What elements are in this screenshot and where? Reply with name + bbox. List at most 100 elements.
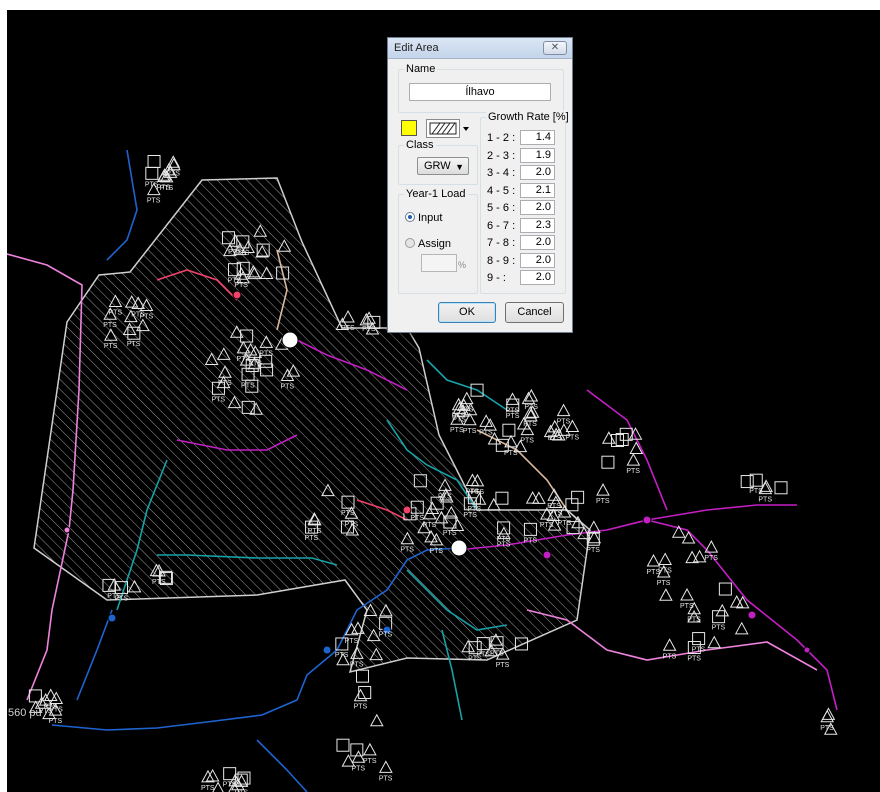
- equipment-triangle-icon[interactable]: [729, 595, 744, 608]
- equipment-square-icon[interactable]: [336, 738, 350, 752]
- growth-rate-input[interactable]: 2.0: [520, 252, 555, 268]
- node-label[interactable]: PTS: [341, 325, 355, 332]
- bus-node[interactable]: [747, 610, 757, 620]
- node-label[interactable]: PTS: [687, 617, 701, 624]
- equipment-triangle-icon[interactable]: [626, 453, 641, 466]
- node-label[interactable]: PTS: [115, 596, 129, 603]
- node-label[interactable]: PTS: [586, 547, 600, 554]
- equipment-triangle-icon[interactable]: [707, 635, 722, 649]
- assign-radio[interactable]: Assign: [405, 238, 451, 250]
- growth-rate-input[interactable]: 2.0: [520, 165, 555, 180]
- input-radio[interactable]: Input: [405, 212, 442, 224]
- node-label[interactable]: PTS: [558, 520, 572, 527]
- bus-node[interactable]: [281, 331, 299, 349]
- node-label[interactable]: PTS: [712, 625, 726, 632]
- node-label[interactable]: PTS: [540, 522, 554, 529]
- growth-rate-input[interactable]: 2.0: [520, 270, 555, 285]
- node-label[interactable]: PTS: [506, 413, 520, 420]
- node-label[interactable]: PTS: [490, 651, 504, 658]
- node-label[interactable]: PTS: [692, 647, 706, 654]
- node-label[interactable]: PTS: [463, 428, 477, 435]
- node-label[interactable]: PTS: [596, 498, 610, 505]
- equipment-square-icon[interactable]: [718, 582, 732, 596]
- equipment-triangle-icon[interactable]: [556, 403, 571, 417]
- node-label[interactable]: PTS: [463, 512, 477, 519]
- node-label[interactable]: PTS: [362, 326, 376, 333]
- equipment-triangle-icon[interactable]: [201, 769, 215, 783]
- node-label[interactable]: PTS: [658, 568, 672, 575]
- node-label[interactable]: PTS: [758, 497, 772, 504]
- area-name-input[interactable]: Ílhavo: [409, 83, 551, 101]
- dialog-titlebar[interactable]: Edit Area ✕: [388, 38, 572, 59]
- growth-rate-input[interactable]: 2.3: [520, 217, 555, 233]
- node-label[interactable]: PTS: [549, 511, 563, 518]
- growth-rate-input[interactable]: 2.1: [520, 182, 555, 198]
- bus-node[interactable]: [803, 646, 811, 654]
- node-label[interactable]: PTS: [749, 488, 763, 495]
- node-label[interactable]: PTS: [344, 521, 358, 528]
- growth-rate-input[interactable]: 2.0: [520, 200, 555, 215]
- feeder-line[interactable]: [646, 504, 797, 521]
- feeder-line[interactable]: [76, 609, 113, 701]
- assign-percent-input[interactable]: [421, 254, 457, 272]
- node-label[interactable]: PTS: [429, 548, 443, 555]
- node-label[interactable]: PTS: [248, 360, 262, 367]
- bus-node[interactable]: [450, 539, 468, 557]
- node-label[interactable]: PTS: [523, 537, 537, 544]
- node-label[interactable]: PTS: [647, 569, 661, 576]
- node-label[interactable]: PTS: [524, 404, 538, 411]
- feeder-line[interactable]: [106, 149, 138, 261]
- feeder-line[interactable]: [256, 739, 308, 792]
- node-label[interactable]: PTS: [400, 547, 414, 554]
- area-color-swatch[interactable]: [401, 120, 417, 136]
- node-label[interactable]: PTS: [438, 493, 452, 500]
- node-label[interactable]: PTS: [166, 170, 180, 177]
- equipment-square-icon[interactable]: [495, 491, 509, 505]
- node-label[interactable]: PTS: [351, 765, 365, 772]
- node-label[interactable]: PTS: [350, 661, 364, 668]
- bus-node[interactable]: [542, 550, 552, 560]
- node-label[interactable]: PTS: [354, 704, 368, 711]
- node-label[interactable]: PTS: [236, 250, 250, 257]
- equipment-square-icon[interactable]: [145, 166, 159, 180]
- equipment-triangle-icon[interactable]: [49, 691, 64, 705]
- equipment-square-icon[interactable]: [502, 423, 516, 437]
- equipment-triangle-icon[interactable]: [662, 638, 677, 651]
- node-label[interactable]: PTS: [341, 510, 355, 517]
- equipment-square-icon[interactable]: [355, 669, 369, 683]
- node-label[interactable]: PTS: [305, 535, 319, 542]
- node-label[interactable]: PTS: [460, 407, 474, 414]
- node-label[interactable]: PTS: [379, 775, 393, 782]
- node-label[interactable]: PTS: [152, 579, 166, 586]
- equipment-square-icon[interactable]: [147, 155, 161, 169]
- node-label[interactable]: PTS: [104, 343, 118, 350]
- node-label[interactable]: PTS: [467, 506, 481, 513]
- node-label[interactable]: PTS: [218, 380, 232, 387]
- equipment-square-icon[interactable]: [692, 632, 706, 646]
- node-label[interactable]: PTS: [497, 542, 511, 549]
- node-label[interactable]: PTS: [49, 718, 63, 725]
- equipment-triangle-icon[interactable]: [658, 552, 672, 566]
- node-label[interactable]: PTS: [704, 555, 718, 562]
- node-label[interactable]: PTS: [548, 435, 562, 442]
- equipment-triangle-icon[interactable]: [820, 709, 835, 723]
- node-label[interactable]: PTS: [223, 782, 237, 789]
- node-label[interactable]: PTS: [335, 652, 349, 659]
- node-label[interactable]: PTS: [147, 198, 161, 205]
- equipment-square-icon[interactable]: [601, 455, 615, 469]
- node-label[interactable]: PTS: [280, 383, 294, 390]
- node-label[interactable]: PTS: [108, 309, 122, 316]
- node-label[interactable]: PTS: [201, 785, 215, 792]
- cancel-button[interactable]: Cancel: [505, 302, 564, 323]
- node-label[interactable]: PTS: [820, 725, 834, 732]
- node-label[interactable]: PTS: [680, 603, 694, 610]
- equipment-triangle-icon[interactable]: [369, 713, 384, 727]
- class-select[interactable]: GRW ▼: [417, 157, 469, 175]
- growth-rate-input[interactable]: 1.9: [520, 147, 555, 163]
- bus-node[interactable]: [232, 290, 242, 300]
- node-label[interactable]: PTS: [345, 638, 359, 645]
- equipment-triangle-icon[interactable]: [379, 760, 393, 773]
- node-label[interactable]: PTS: [476, 652, 490, 659]
- equipment-triangle-icon[interactable]: [362, 311, 376, 324]
- equipment-triangle-icon[interactable]: [532, 491, 546, 504]
